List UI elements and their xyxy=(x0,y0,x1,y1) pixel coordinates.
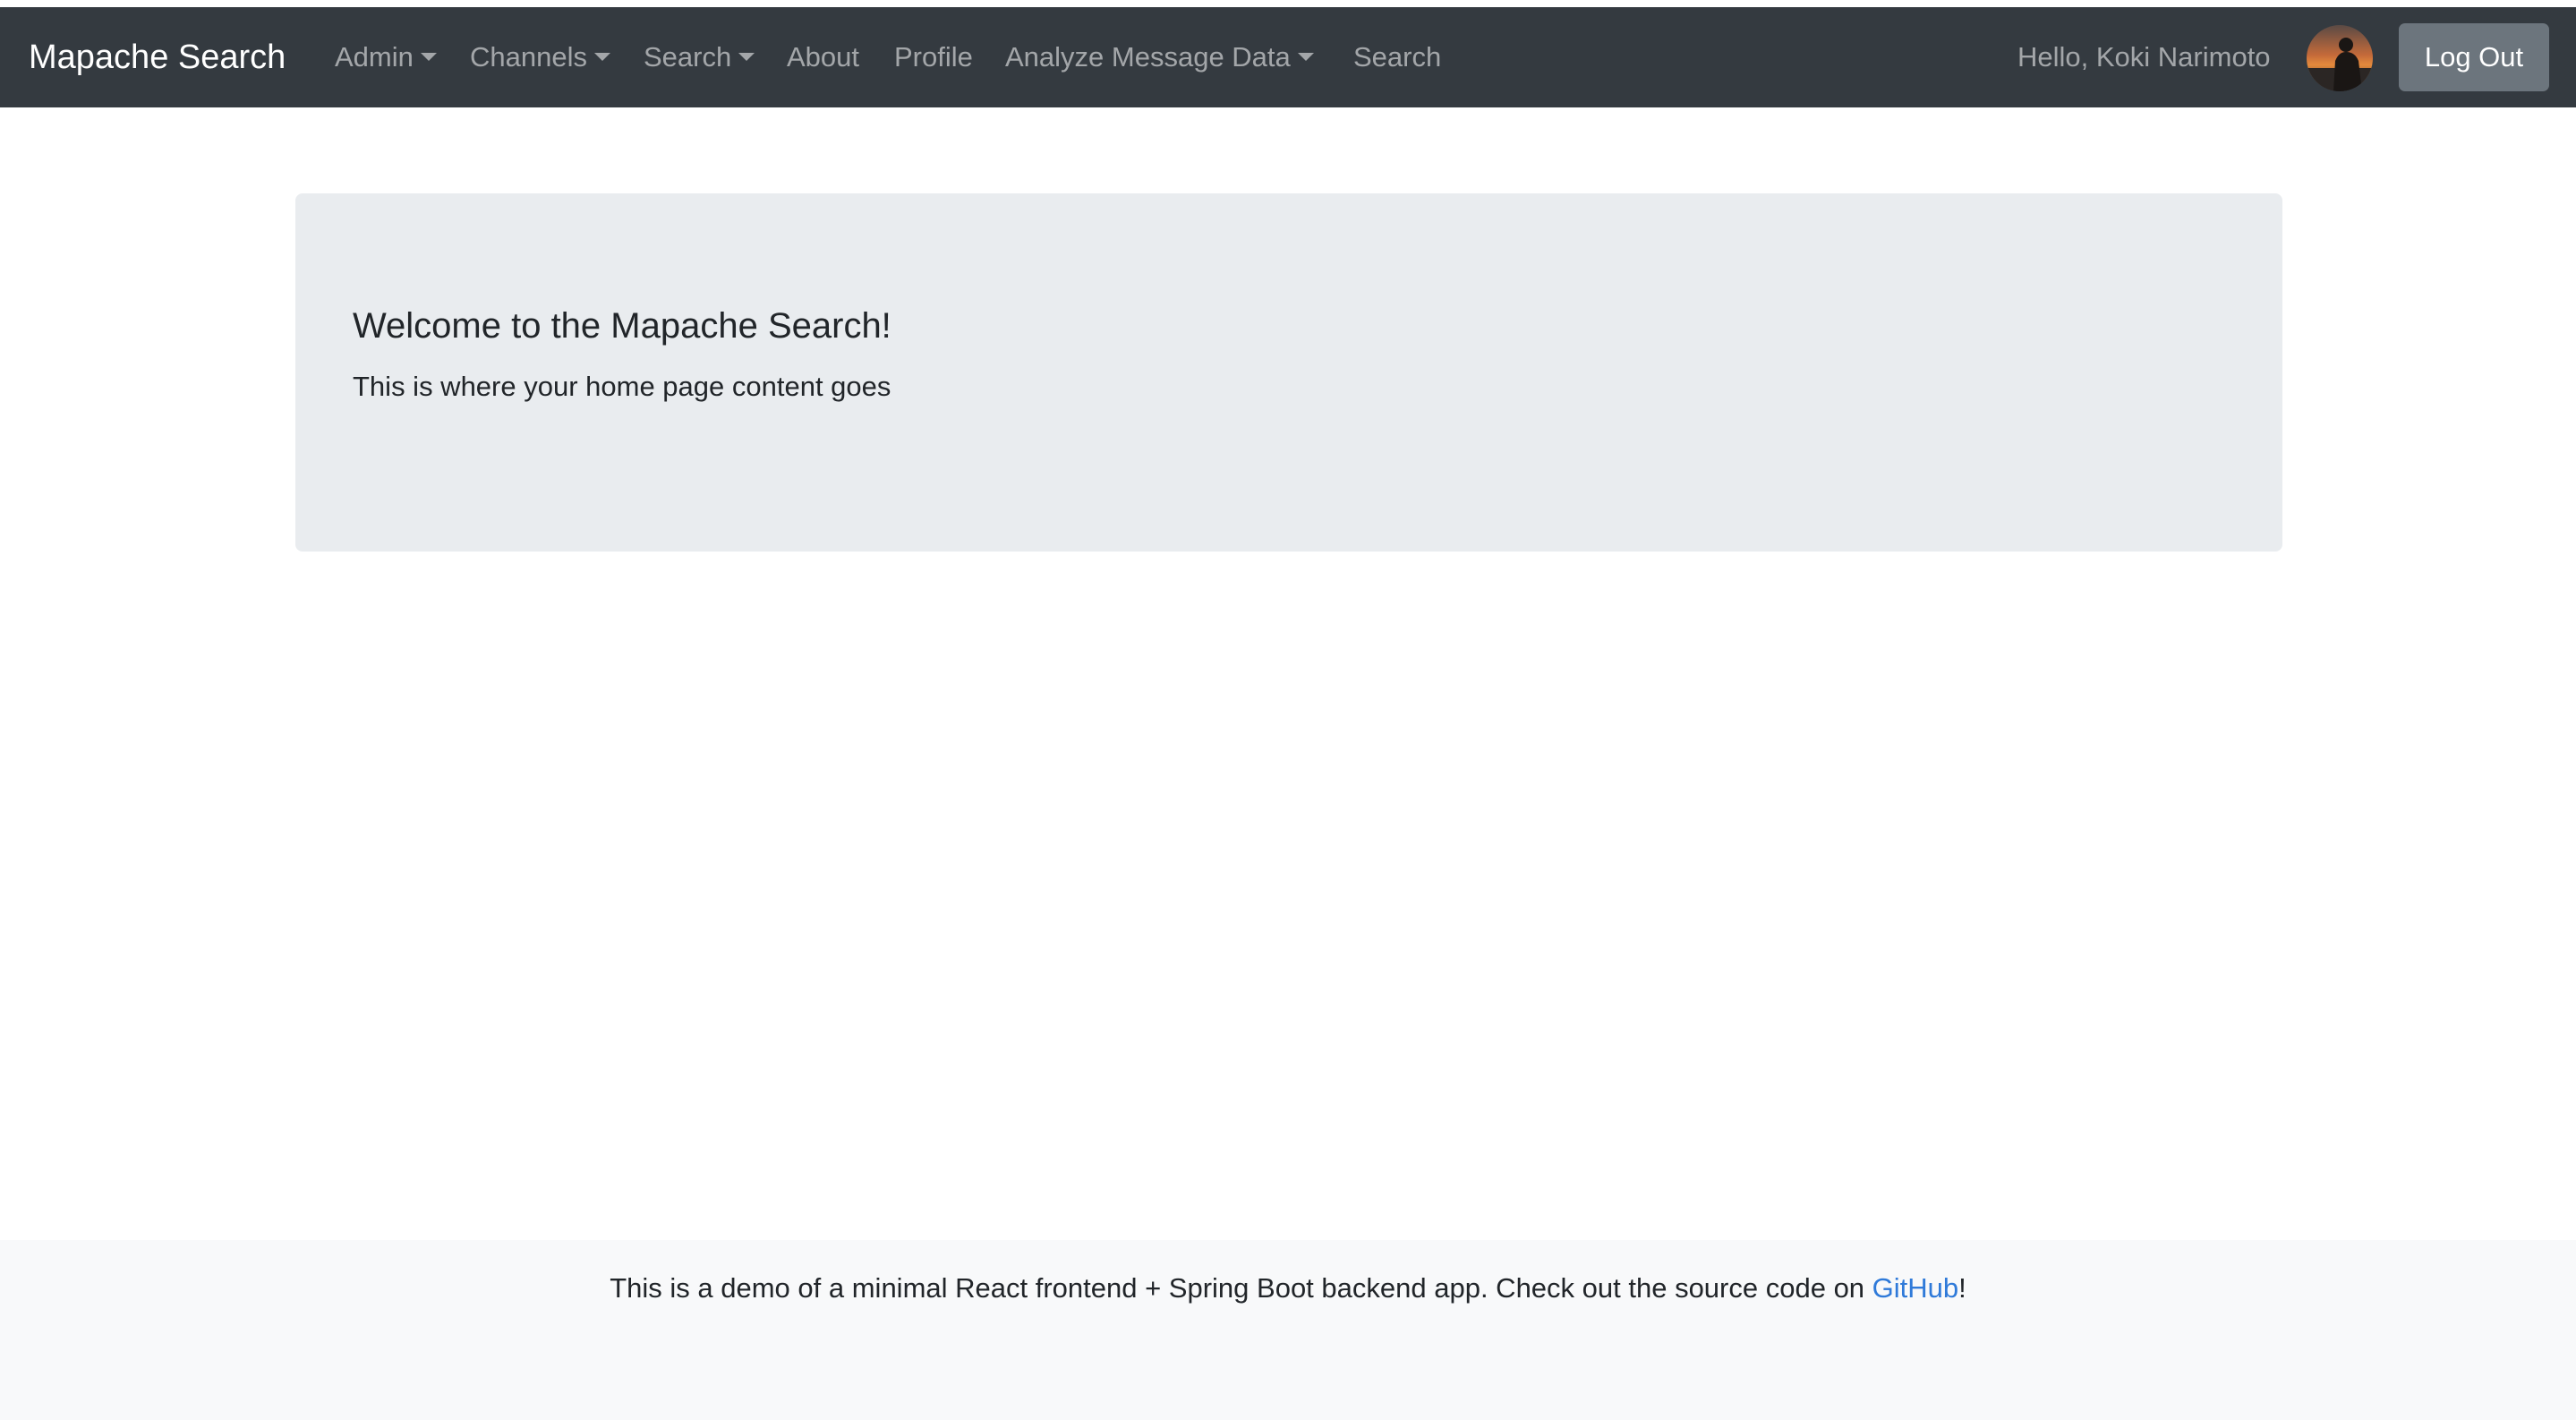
nav-analyze-label: Analyze Message Data xyxy=(1005,41,1291,73)
caret-down-icon xyxy=(420,53,437,61)
github-link[interactable]: GitHub xyxy=(1872,1272,1958,1304)
nav-search-label: Search xyxy=(644,41,732,73)
nav-admin-label: Admin xyxy=(335,41,414,73)
page-footer: This is a demo of a minimal React fronte… xyxy=(0,1240,2576,1420)
nav-about-link[interactable]: About xyxy=(787,7,859,107)
nav-search-link[interactable]: Search xyxy=(1353,7,1441,107)
footer-text-after: ! xyxy=(1958,1272,1966,1304)
nav-analyze-dropdown[interactable]: Analyze Message Data xyxy=(1005,7,1314,107)
caret-down-icon xyxy=(738,53,755,61)
caret-down-icon xyxy=(593,53,610,61)
logout-button[interactable]: Log Out xyxy=(2399,23,2549,91)
nav-channels-label: Channels xyxy=(470,41,587,73)
welcome-text: This is where your home page content goe… xyxy=(353,371,891,402)
window-top-strip xyxy=(0,0,2576,7)
brand-link[interactable]: Mapache Search xyxy=(29,7,286,107)
top-navbar: Mapache Search Admin Channels Search Abo… xyxy=(0,7,2576,107)
nav-profile-link[interactable]: Profile xyxy=(894,7,973,107)
avatar[interactable] xyxy=(2307,25,2373,91)
nav-admin-dropdown[interactable]: Admin xyxy=(335,7,437,107)
user-greeting: Hello, Koki Narimoto xyxy=(2017,41,2271,73)
page-title: Welcome to the Mapache Search! xyxy=(353,306,891,346)
nav-channels-dropdown[interactable]: Channels xyxy=(470,7,610,107)
nav-search-dropdown[interactable]: Search xyxy=(644,7,755,107)
footer-text: This is a demo of a minimal React fronte… xyxy=(0,1272,2576,1305)
footer-text-before: This is a demo of a minimal React fronte… xyxy=(610,1272,1872,1304)
welcome-jumbotron: Welcome to the Mapache Search! This is w… xyxy=(295,193,2282,552)
caret-down-icon xyxy=(1297,53,1314,61)
user-photo-icon xyxy=(2307,25,2373,91)
